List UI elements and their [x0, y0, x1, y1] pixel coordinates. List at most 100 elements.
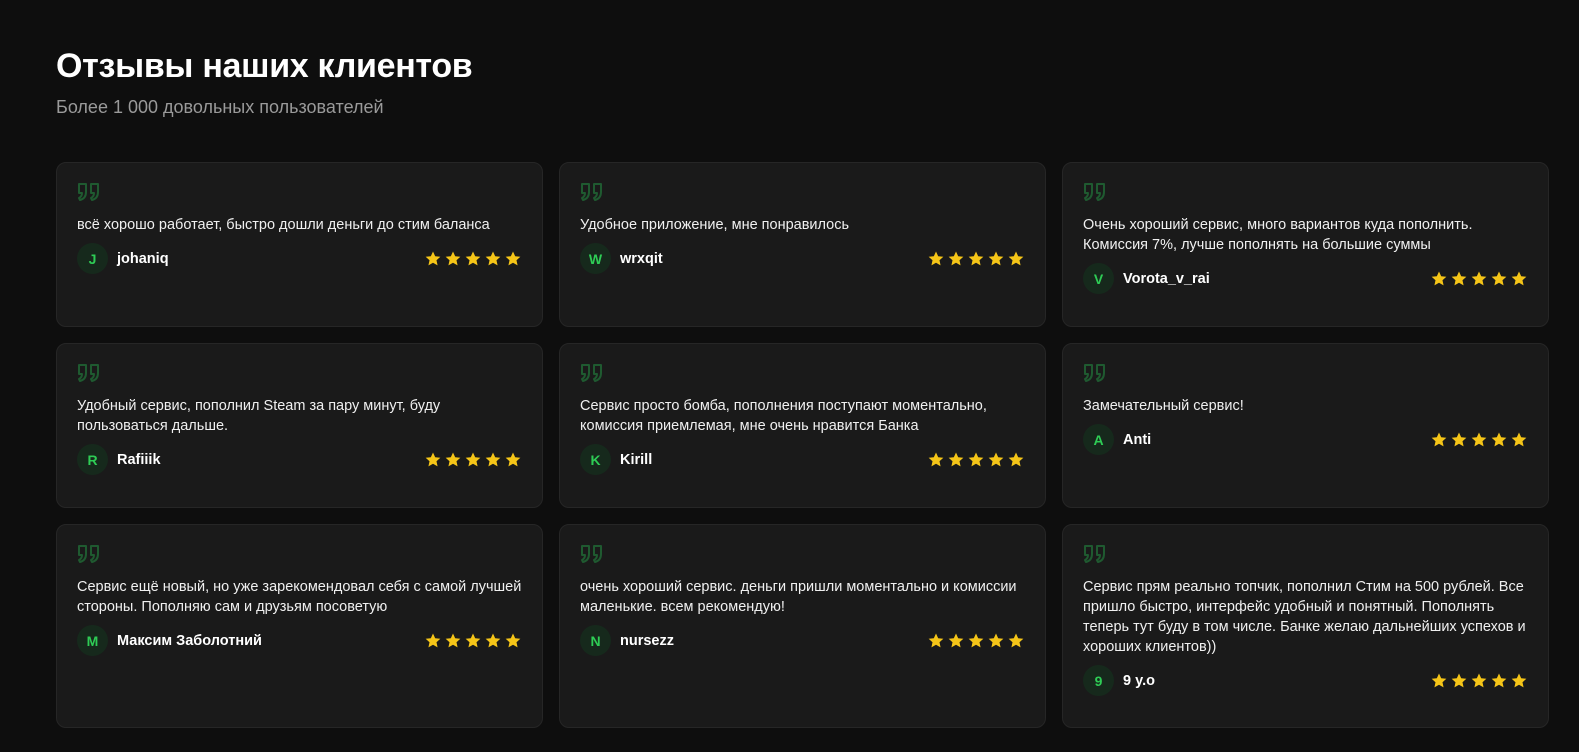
- star-icon: [1008, 633, 1024, 647]
- review-footer: W wrxqit: [580, 243, 1025, 274]
- star-icon: [928, 633, 944, 647]
- author-name: Rafiiik: [117, 451, 161, 468]
- review-text: очень хороший сервис. деньги пришли моме…: [580, 579, 1017, 615]
- author-name: nursezz: [620, 632, 674, 649]
- review-text: Сервис прям реально топчик, пополнил Сти…: [1083, 579, 1526, 655]
- star-icon: [1008, 452, 1024, 466]
- star-icon: [465, 633, 481, 647]
- review-footer: 9 9 y.o: [1083, 665, 1528, 696]
- star-icon: [505, 251, 521, 265]
- star-icon: [1008, 251, 1024, 265]
- review-text: Удобный сервис, пополнил Steam за пару м…: [77, 398, 441, 434]
- author-name: 9 y.o: [1123, 672, 1155, 689]
- star-icon: [1491, 432, 1507, 446]
- star-icon: [948, 452, 964, 466]
- avatar: J: [77, 243, 108, 274]
- reviews-grid: всё хорошо работает, быстро дошли деньги…: [56, 162, 1549, 728]
- star-icon: [1511, 673, 1527, 687]
- review-text: Сервис просто бомба, пополнения поступаю…: [580, 398, 987, 434]
- review-card: Удобный сервис, пополнил Steam за пару м…: [56, 343, 543, 508]
- star-icon: [465, 251, 481, 265]
- review-author: V Vorota_v_rai: [1083, 263, 1210, 294]
- quote-icon: [1084, 364, 1105, 382]
- star-icon: [1431, 271, 1447, 285]
- star-icon: [445, 452, 461, 466]
- review-author: M Максим Заболотний: [77, 625, 262, 656]
- star-icon: [928, 251, 944, 265]
- star-icon: [505, 633, 521, 647]
- star-icon: [988, 452, 1004, 466]
- quote-icon: [1084, 545, 1105, 563]
- review-text: Очень хороший сервис, много вариантов ку…: [1083, 217, 1473, 253]
- review-author: W wrxqit: [580, 243, 663, 274]
- star-icon: [948, 251, 964, 265]
- star-icon: [968, 633, 984, 647]
- review-footer: V Vorota_v_rai: [1083, 263, 1528, 294]
- review-text: Замечательный сервис!: [1083, 398, 1244, 414]
- star-icon: [445, 251, 461, 265]
- avatar: A: [1083, 424, 1114, 455]
- author-name: wrxqit: [620, 250, 663, 267]
- avatar: 9: [1083, 665, 1114, 696]
- avatar: N: [580, 625, 611, 656]
- star-icon: [1451, 673, 1467, 687]
- review-text: Сервис ещё новый, но уже зарекомендовал …: [77, 579, 522, 615]
- star-icon: [425, 251, 441, 265]
- quote-icon: [1084, 183, 1105, 201]
- review-footer: N nursezz: [580, 625, 1025, 656]
- star-icon: [485, 251, 501, 265]
- review-footer: J johaniq: [77, 243, 522, 274]
- star-icon: [1511, 271, 1527, 285]
- review-text: всё хорошо работает, быстро дошли деньги…: [77, 217, 490, 233]
- author-name: Kirill: [620, 451, 653, 468]
- quote-icon: [78, 364, 99, 382]
- page-title: Отзывы наших клиентов: [56, 47, 473, 85]
- star-icon: [1431, 673, 1447, 687]
- star-icon: [968, 452, 984, 466]
- review-card: Сервис просто бомба, пополнения поступаю…: [559, 343, 1046, 508]
- star-icon: [465, 452, 481, 466]
- review-card: всё хорошо работает, быстро дошли деньги…: [56, 162, 543, 327]
- review-footer: A Anti: [1083, 424, 1528, 455]
- rating-stars: [424, 250, 522, 268]
- star-icon: [485, 452, 501, 466]
- star-icon: [968, 251, 984, 265]
- review-author: N nursezz: [580, 625, 674, 656]
- review-footer: R Rafiiik: [77, 444, 522, 475]
- review-author: 9 9 y.o: [1083, 665, 1155, 696]
- avatar: V: [1083, 263, 1114, 294]
- author-name: johaniq: [117, 250, 169, 267]
- star-icon: [988, 633, 1004, 647]
- avatar: M: [77, 625, 108, 656]
- review-card: Сервис ещё новый, но уже зарекомендовал …: [56, 524, 543, 728]
- star-icon: [1471, 432, 1487, 446]
- review-author: A Anti: [1083, 424, 1151, 455]
- star-icon: [1451, 432, 1467, 446]
- star-icon: [1471, 271, 1487, 285]
- quote-icon: [581, 545, 602, 563]
- rating-stars: [927, 250, 1025, 268]
- star-icon: [425, 633, 441, 647]
- star-icon: [485, 633, 501, 647]
- review-card: Удобное приложение, мне понравилось W wr…: [559, 162, 1046, 327]
- quote-icon: [78, 183, 99, 201]
- star-icon: [1431, 432, 1447, 446]
- quote-icon: [581, 183, 602, 201]
- star-icon: [1471, 673, 1487, 687]
- star-icon: [1511, 432, 1527, 446]
- reviews-section: Отзывы наших клиентов Более 1 000 доволь…: [0, 0, 1579, 752]
- star-icon: [948, 633, 964, 647]
- author-name: Vorota_v_rai: [1123, 270, 1210, 287]
- star-icon: [1491, 271, 1507, 285]
- star-icon: [425, 452, 441, 466]
- review-footer: K Kirill: [580, 444, 1025, 475]
- star-icon: [505, 452, 521, 466]
- quote-icon: [581, 364, 602, 382]
- avatar: W: [580, 243, 611, 274]
- rating-stars: [927, 451, 1025, 469]
- review-footer: M Максим Заболотний: [77, 625, 522, 656]
- author-name: Максим Заболотний: [117, 632, 262, 649]
- review-card: Сервис прям реально топчик, пополнил Сти…: [1062, 524, 1549, 728]
- rating-stars: [927, 632, 1025, 650]
- review-author: K Kirill: [580, 444, 652, 475]
